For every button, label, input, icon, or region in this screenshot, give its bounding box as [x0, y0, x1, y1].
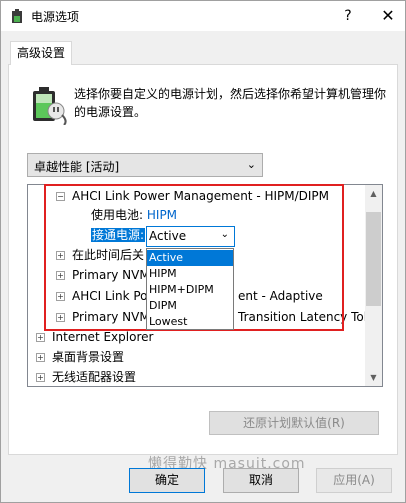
tree-item[interactable]: + 无线适配器设置 — [36, 368, 137, 386]
tree-item[interactable]: + 桌面背景设置 — [36, 348, 124, 367]
tree-scrollbar[interactable]: ▲ ▼ — [365, 185, 382, 386]
collapse-icon[interactable]: − — [56, 192, 65, 201]
dropdown-option-dipm[interactable]: DIPM — [147, 298, 233, 314]
tree-item[interactable]: + AHCI Link Pow — [56, 287, 157, 306]
close-button[interactable]: ✕ — [371, 1, 405, 31]
apply-button[interactable]: 应用(A) — [316, 468, 392, 493]
dropdown-option-lowest[interactable]: Lowest — [147, 314, 233, 330]
help-button[interactable]: ? — [331, 1, 365, 31]
tree-item-ahci-hipm-dipm[interactable]: − AHCI Link Power Management - HIPM/DIPM — [56, 187, 329, 206]
dropdown-option-hipm-dipm[interactable]: HIPM+DIPM — [147, 282, 233, 298]
tree-item-label: AHCI Link Power Management - HIPM/DIPM — [72, 189, 330, 203]
tree-item[interactable]: + Primary NVM — [56, 308, 150, 327]
restore-defaults-button[interactable]: 还原计划默认值(R) — [209, 411, 379, 435]
title-bar: 电源选项 ? ✕ — [1, 1, 405, 31]
tree-item-suffix: ent - Adaptive — [238, 287, 323, 306]
tree-item[interactable]: + Primary NVM — [56, 266, 150, 285]
scroll-up-arrow-icon[interactable]: ▲ — [365, 185, 382, 202]
tree-item-label-suffix: Transition Latency Tol — [238, 310, 368, 324]
ok-button[interactable]: 确定 — [129, 468, 205, 493]
dropdown-option-hipm[interactable]: HIPM — [147, 266, 233, 282]
plugged-in-label: 接通电源: — [91, 228, 146, 242]
tree-item[interactable]: + 在此时间后关 — [56, 246, 144, 265]
tree-item-label: Internet Explorer — [52, 330, 154, 344]
power-options-window: 电源选项 ? ✕ 高级设置 选择你要自定义的电源计划，然后选择你希望计算机管理你… — [0, 0, 406, 503]
tab-advanced-settings[interactable]: 高级设置 — [10, 41, 72, 65]
battery-plug-icon — [33, 87, 67, 125]
tree-item-on-battery[interactable]: 使用电池: HIPM — [91, 206, 177, 225]
tree-item-label: 在此时间后关 — [72, 248, 145, 262]
chevron-down-icon: ⌄ — [220, 229, 229, 240]
expand-icon[interactable]: + — [56, 292, 65, 301]
expand-icon[interactable]: + — [56, 313, 65, 322]
power-plan-value: 卓越性能 [活动] — [34, 160, 120, 174]
tree-item[interactable]: + Internet Explorer — [36, 328, 153, 347]
cancel-button[interactable]: 取消 — [223, 468, 299, 493]
on-battery-label: 使用电池: — [91, 208, 144, 222]
expand-icon[interactable]: + — [36, 373, 45, 382]
scroll-down-arrow-icon[interactable]: ▼ — [365, 369, 382, 386]
power-options-icon — [12, 9, 22, 23]
window-title: 电源选项 — [31, 10, 80, 24]
tree-item-label: 桌面背景设置 — [52, 350, 125, 364]
plugged-in-combo[interactable]: Active ⌄ — [146, 226, 235, 247]
description-text: 选择你要自定义的电源计划，然后选择你希望计算机管理你的电源设置。 — [74, 87, 387, 119]
tree-item-label: AHCI Link Pow — [72, 289, 158, 303]
plugged-in-combo-value: Active — [149, 229, 187, 243]
plugged-in-dropdown-list[interactable]: Active HIPM HIPM+DIPM DIPM Lowest — [146, 248, 234, 330]
chevron-down-icon: ⌄ — [246, 158, 256, 171]
tree-item-label-suffix: ent - Adaptive — [238, 289, 323, 303]
expand-icon[interactable]: + — [36, 333, 45, 342]
dropdown-option-active[interactable]: Active — [147, 250, 233, 266]
expand-icon[interactable]: + — [56, 251, 65, 260]
power-plan-select[interactable]: 卓越性能 [活动] ⌄ — [27, 153, 263, 177]
tree-item-label: Primary NVM — [72, 310, 150, 324]
tree-item-plugged-in[interactable]: 接通电源: — [91, 226, 146, 245]
tree-item-label: 无线适配器设置 — [52, 370, 137, 384]
tree-item-suffix: Transition Latency Tol — [238, 308, 367, 327]
on-battery-value[interactable]: HIPM — [147, 208, 177, 222]
expand-icon[interactable]: + — [36, 353, 45, 362]
scroll-thumb[interactable] — [366, 212, 381, 306]
expand-icon[interactable]: + — [56, 271, 65, 280]
tree-item-label: Primary NVM — [72, 268, 150, 282]
